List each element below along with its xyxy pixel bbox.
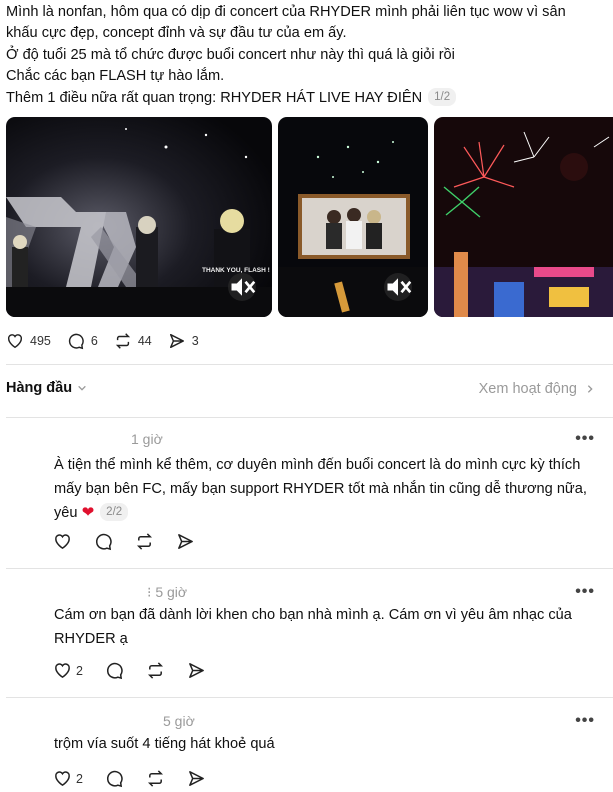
comment-line: RHYDER ạ — [54, 630, 128, 647]
like-count: 2 — [76, 663, 83, 678]
comment-count: 6 — [90, 334, 98, 348]
heart-icon — [55, 663, 70, 679]
heart-icon — [55, 534, 70, 550]
post-line: Thêm 1 điều nữa rất quan trọng: RHYDER H… — [6, 87, 606, 109]
chevron-right-icon — [587, 385, 593, 393]
comment: ⁝ 5 giờ ••• Cám ơn bạn đã dành lời khen … — [0, 569, 613, 697]
repost-count: 44 — [137, 334, 152, 348]
post-line: khấu cực đẹp, concept đỉnh và sự đầu tư … — [6, 25, 347, 42]
concert-video-2[interactable] — [278, 117, 428, 317]
reply-button[interactable] — [94, 532, 113, 551]
comment-time: 5 giờ — [163, 713, 195, 729]
comment-icon — [106, 662, 123, 680]
share-icon — [178, 534, 193, 549]
comment-line: À tiện thể mình kể thêm, cơ duyên mình đ… — [54, 457, 581, 473]
post-line: Mình là nonfan, hôm qua có dịp đi concer… — [6, 4, 566, 20]
post-line-text: Thêm 1 điều nữa rất quan trọng: RHYDER H… — [6, 89, 423, 106]
repost-icon — [115, 333, 130, 349]
comment-pager-badge: 2/2 — [100, 503, 129, 521]
post-line: Ở độ tuổi 25 mà tổ chức được buổi concer… — [6, 46, 455, 63]
chevron-down-icon — [78, 385, 86, 391]
comment-text: trộm vía suốt 4 tiếng hát khoẻ quá — [54, 733, 606, 757]
repost-button[interactable] — [146, 661, 165, 680]
comment-actions: 2 — [53, 661, 228, 680]
repost-button[interactable]: 44 — [114, 332, 152, 350]
comment-text: À tiện thể mình kể thêm, cơ duyên mình đ… — [54, 454, 606, 526]
post-line: Chắc các bạn FLASH tự hào lắm. — [6, 68, 225, 85]
share-button[interactable] — [187, 769, 206, 788]
like-button[interactable]: 2 — [53, 769, 83, 788]
comment-icon — [96, 533, 112, 551]
post-pager-badge: 1/2 — [428, 87, 457, 106]
comment-button[interactable]: 6 — [67, 332, 98, 350]
mute-button[interactable] — [228, 273, 256, 301]
comment-time: ⁝ 5 giờ — [147, 584, 187, 601]
comment-time-text: 5 giờ — [155, 584, 188, 600]
share-icon — [189, 663, 204, 678]
like-count: 495 — [30, 334, 51, 348]
comment-text: Cám ơn bạn đã dành lời khen cho bạn nhà … — [54, 604, 606, 651]
comment-time: 1 giờ — [131, 431, 163, 447]
divider — [6, 364, 613, 365]
concert-photo-fireworks-frame — [434, 117, 613, 317]
reply-button[interactable] — [105, 661, 124, 680]
comment-line: Cám ơn bạn đã dành lời khen cho bạn nhà … — [54, 607, 572, 623]
red-heart-icon: ❤ — [81, 504, 95, 521]
concert-photo-fireworks[interactable] — [434, 117, 613, 317]
like-button[interactable] — [53, 532, 72, 551]
more-options-button[interactable]: ••• — [575, 430, 595, 448]
repost-button[interactable] — [135, 532, 154, 551]
like-count: 2 — [76, 771, 83, 786]
more-options-button[interactable]: ••• — [575, 712, 595, 730]
sort-dropdown[interactable]: Hàng đầu — [6, 380, 87, 396]
comment-icon — [68, 333, 84, 350]
comment-actions — [53, 532, 217, 551]
post-actions: 495 6 44 3 — [6, 331, 215, 351]
post-text: Mình là nonfan, hôm qua có dịp đi concer… — [6, 2, 606, 109]
concert-video-1[interactable]: THANK YOU, FLASH ! — [6, 117, 272, 317]
comment-line: mấy bạn bên FC, mấy bạn support RHYDER t… — [54, 480, 587, 497]
comment-icon — [106, 770, 123, 788]
share-button[interactable] — [187, 661, 206, 680]
more-options-button[interactable]: ••• — [575, 583, 595, 601]
repost-icon — [136, 533, 153, 550]
reply-button[interactable] — [105, 769, 124, 788]
comment-line: yêu ❤ 2/2 — [54, 501, 606, 526]
like-button[interactable]: 495 — [6, 332, 51, 350]
share-icon — [169, 333, 184, 349]
like-button[interactable]: 2 — [53, 661, 83, 680]
comment: 1 giờ ••• À tiện thể mình kể thêm, cơ du… — [0, 418, 613, 568]
repost-button[interactable] — [146, 769, 165, 788]
share-count: 3 — [191, 334, 199, 348]
comment: 5 giờ ••• trộm vía suốt 4 tiếng hát khoẻ… — [0, 698, 613, 792]
repost-icon — [147, 662, 163, 679]
mute-button[interactable] — [384, 273, 412, 301]
comment-line-text: yêu — [54, 505, 78, 521]
heart-icon — [7, 334, 23, 349]
share-button[interactable] — [176, 532, 195, 551]
share-button[interactable]: 3 — [168, 332, 199, 350]
share-icon — [189, 771, 204, 786]
comment-line: trộm vía suốt 4 tiếng hát khoẻ quá — [54, 736, 275, 752]
repost-icon — [147, 770, 163, 787]
muted-speaker-icon — [387, 278, 412, 296]
sort-label: Hàng đầu — [6, 380, 73, 396]
muted-speaker-icon — [231, 278, 256, 296]
view-activity-link[interactable]: Xem hoạt động — [479, 381, 595, 397]
view-activity-label: Xem hoạt động — [478, 381, 577, 397]
heart-icon — [55, 771, 70, 787]
comment-actions: 2 — [53, 769, 228, 788]
reply-marker: ⁝ — [147, 584, 152, 600]
